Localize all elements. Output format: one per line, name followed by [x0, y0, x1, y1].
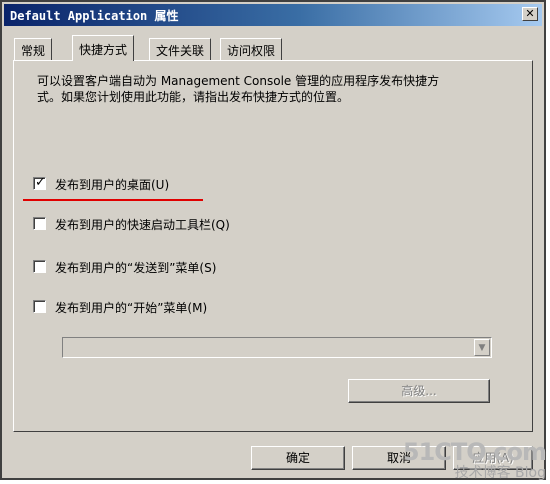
description-text: 可以设置客户端自动为 Management Console 管理的应用程序发布快…: [37, 73, 517, 105]
title-bar[interactable]: Default Application 属性 ✕: [4, 4, 542, 26]
option-quick-launch[interactable]: 发布到用户的快速启动工具栏(Q): [33, 215, 293, 233]
desktop-label: 发布到用户的桌面(U): [55, 178, 170, 192]
properties-dialog: Default Application 属性 ✕ 常规 快捷方式 文件关联 访问…: [0, 0, 546, 480]
start-menu-checkbox[interactable]: [33, 300, 46, 313]
site-watermark: 51CTO.com 技术博客 Blog: [403, 438, 547, 482]
close-button[interactable]: ✕: [522, 7, 538, 21]
send-to-checkbox[interactable]: [33, 260, 46, 273]
ok-button[interactable]: 确定: [251, 446, 345, 470]
quick-launch-checkbox[interactable]: [33, 217, 46, 230]
start-menu-label: 发布到用户的“开始”菜单(M): [55, 301, 208, 315]
shortcuts-panel: 可以设置客户端自动为 Management Console 管理的应用程序发布快…: [13, 60, 533, 432]
window-title: Default Application 属性: [10, 9, 179, 23]
advanced-button[interactable]: 高级...: [348, 379, 490, 403]
tab-file-associations[interactable]: 文件关联: [149, 38, 212, 60]
option-start-menu[interactable]: 发布到用户的“开始”菜单(M): [33, 298, 293, 316]
tab-access-permissions[interactable]: 访问权限: [220, 38, 283, 60]
location-dropdown[interactable]: ▼: [62, 337, 492, 358]
chevron-down-icon[interactable]: ▼: [474, 339, 490, 356]
description-line-2: 式。如果您计划使用此功能，请指出发布快捷方式的位置。: [37, 90, 350, 104]
tab-general[interactable]: 常规: [14, 38, 53, 60]
checkmark-icon: ✓: [35, 175, 46, 190]
quick-launch-label: 发布到用户的快速启动工具栏(Q): [55, 218, 230, 232]
description-line-1: 可以设置客户端自动为 Management Console 管理的应用程序发布快…: [37, 74, 440, 88]
option-send-to[interactable]: 发布到用户的“发送到”菜单(S): [33, 258, 293, 276]
red-annotation-underline: [23, 199, 203, 201]
send-to-label: 发布到用户的“发送到”菜单(S): [55, 261, 217, 275]
option-desktop[interactable]: ✓ 发布到用户的桌面(U): [33, 175, 233, 193]
desktop-checkbox[interactable]: ✓: [33, 175, 46, 190]
tab-shortcuts[interactable]: 快捷方式: [72, 35, 135, 61]
